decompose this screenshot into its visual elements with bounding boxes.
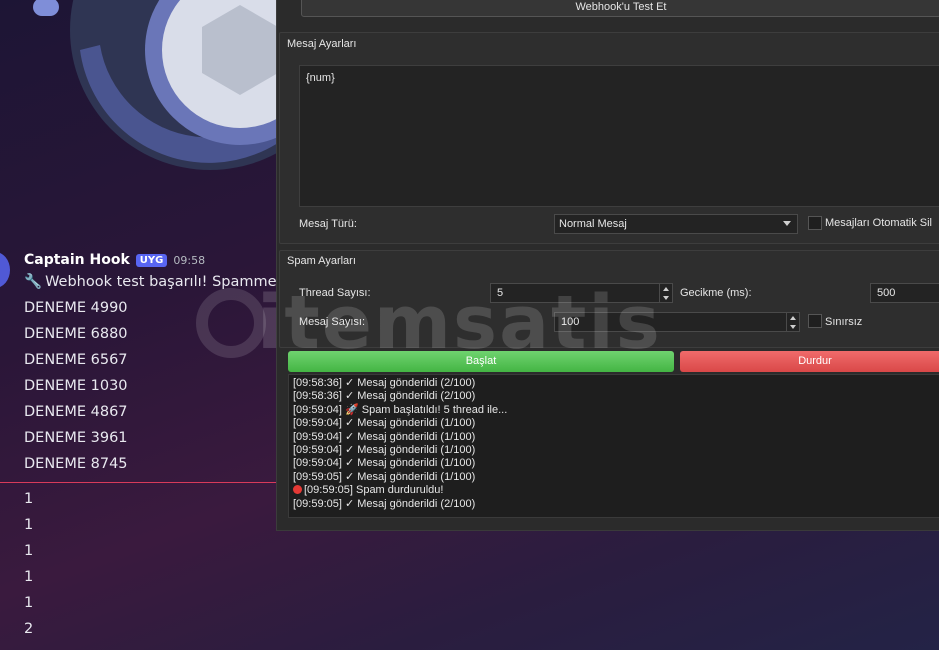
message-count-spinbox[interactable]: 100 [554,312,800,332]
spam-settings-title: Spam Ayarları [287,255,356,267]
chat-message: 1 [24,569,34,585]
chat-message: DENEME 8745 [24,456,128,472]
arrow-down-icon [663,295,669,300]
chat-message: DENEME 1030 [24,378,128,394]
message-first-line: 🔧 Webhook test başarılı! Spammer h [24,273,296,290]
first-line-text: Webhook test başarılı! Spammer h [45,274,297,290]
thread-count-spinbox[interactable]: 5 [490,283,673,303]
message-settings-title: Mesaj Ayarları [287,38,357,50]
chat-message: DENEME 4990 [24,300,128,316]
spammer-app-window: Webhook'u Test Et Mesaj Ayarları {num} M… [276,0,939,531]
message-textarea[interactable]: {num} [299,65,939,207]
chat-message: DENEME 6880 [24,326,128,342]
wrench-icon: 🔧 [24,274,43,290]
delay-value: 500 [877,287,896,299]
red-circle-icon [293,485,302,495]
log-line: [09:59:04] ✓ Mesaj gönderildi (1/100) [293,417,476,430]
message-count-label: Mesaj Sayısı: [299,316,366,328]
author-avatar[interactable] [0,252,10,288]
log-line-stopped: [09:59:05] Spam durduruldu! [293,484,939,497]
delay-label: Gecikme (ms): [680,287,752,299]
unlimited-label: Sınırsız [825,316,863,328]
auto-delete-label: Mesajları Otomatik Sil [825,217,932,229]
delay-spinbox[interactable]: 500 [870,283,939,303]
log-line: [09:59:04] ✓ Mesaj gönderildi (1/100) [293,430,476,443]
log-stopped-text: [09:59:05] Spam durduruldu! [304,484,444,497]
log-line: [09:58:36] ✓ Mesaj gönderildi (2/100) [293,390,476,403]
chevron-down-icon [783,221,791,226]
chat-message: 1 [24,491,34,507]
message-type-value: Normal Mesaj [559,218,627,230]
arrow-down-icon [790,324,796,329]
arrow-up-icon [790,315,796,320]
message-type-label: Mesaj Türü: [299,218,357,230]
top-pill-decoration [33,0,59,16]
author-name[interactable]: Captain Hook [24,252,130,268]
thread-count-label: Thread Sayısı: [299,287,371,299]
log-line: [09:58:36] ✓ Mesaj gönderildi (2/100) [293,377,476,389]
log-line: [09:59:05] ✓ Mesaj gönderildi (1/100) [293,470,476,483]
message-timestamp: 09:58 [173,253,206,267]
chat-message: 1 [24,517,34,533]
message-count-value: 100 [561,316,580,328]
chat-message: 1 [24,595,34,611]
chat-message: 2 [24,621,34,637]
new-messages-divider [0,482,280,483]
unlimited-checkbox[interactable] [808,314,822,328]
message-header: Captain Hook UYG 09:58 [24,252,205,268]
watermark-logo [196,288,266,358]
spin-arrows[interactable] [786,313,799,331]
spin-arrows[interactable] [659,284,672,302]
log-output[interactable]: [09:58:36] ✓ Mesaj gönderildi (2/100) [0… [288,374,939,518]
log-line: [09:59:04] 🚀 Spam başlatıldı! 5 thread i… [293,403,508,416]
log-line: [09:59:04] ✓ Mesaj gönderildi (1/100) [293,457,476,470]
chat-message: 1 [24,543,34,559]
auto-delete-checkbox[interactable] [808,216,822,230]
stop-button[interactable]: Durdur [680,351,939,372]
chat-message: DENEME 3961 [24,430,128,446]
chat-message: DENEME 4867 [24,404,128,420]
test-webhook-button[interactable]: Webhook'u Test Et [301,0,939,17]
thread-count-value: 5 [497,287,504,299]
log-line: [09:59:04] ✓ Mesaj gönderildi (1/100) [293,444,476,457]
arrow-up-icon [663,286,669,291]
start-button[interactable]: Başlat [288,351,674,372]
log-line: [09:59:05] ✓ Mesaj gönderildi (2/100) [293,497,476,510]
app-badge: UYG [135,253,168,267]
message-type-select[interactable]: Normal Mesaj [554,214,798,234]
chat-message: DENEME 6567 [24,352,128,368]
